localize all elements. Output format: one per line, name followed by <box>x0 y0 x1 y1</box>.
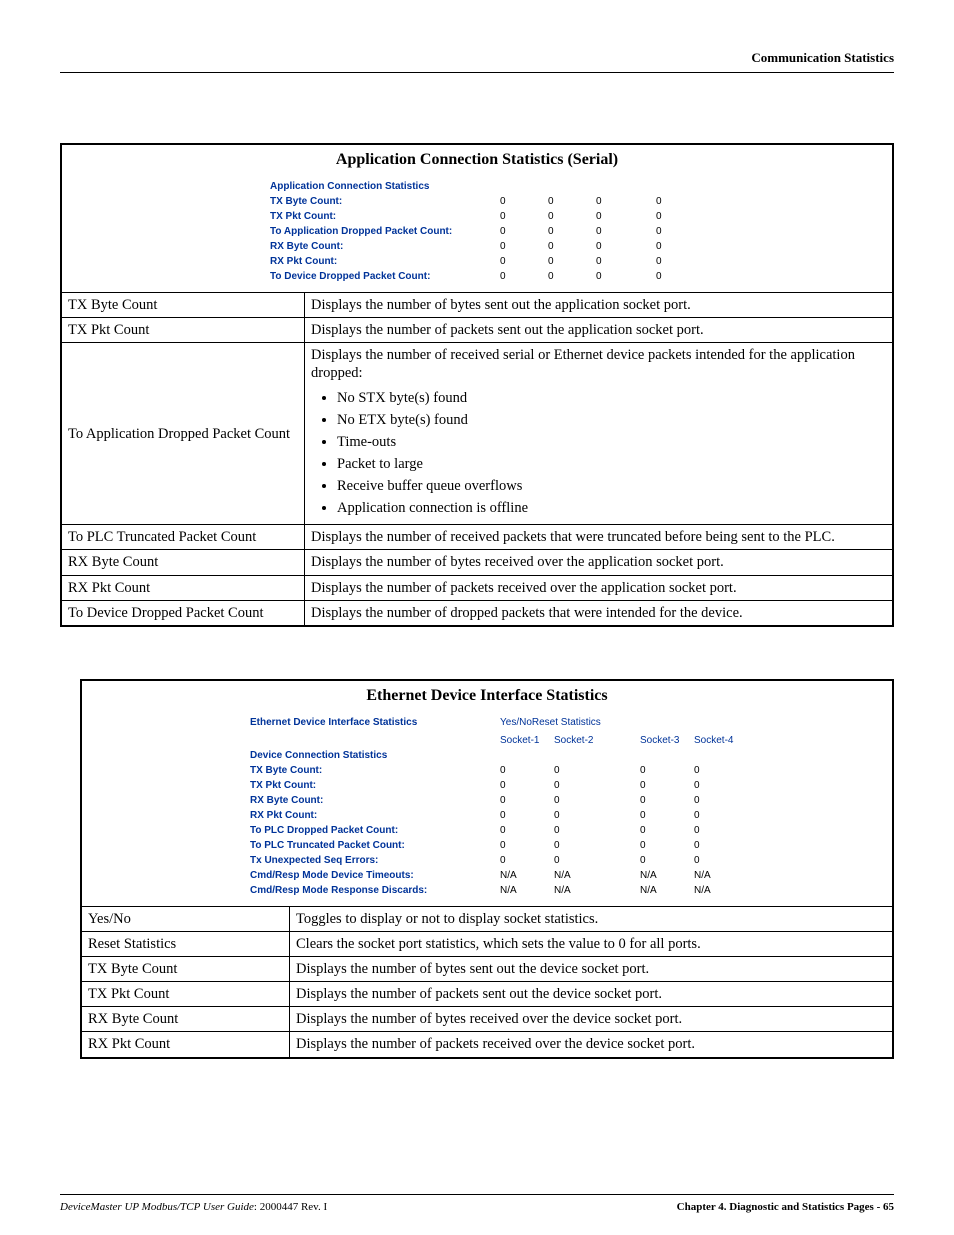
t1-r2-desc: Displays the number of packets sent out … <box>305 318 894 343</box>
t1-r4-desc: Displays the number of received packets … <box>305 525 894 550</box>
t2-r3-desc: Displays the number of bytes sent out th… <box>290 957 894 982</box>
screenshot-eth-dev-stats: Ethernet Device Interface Statistics Yes… <box>250 715 892 898</box>
table1-title: Application Connection Statistics (Seria… <box>61 144 893 173</box>
reset-statistics-button[interactable]: Reset Statistics <box>532 715 601 730</box>
t1-r3-desc: Displays the number of received serial o… <box>305 343 894 525</box>
ss1-r3-l: RX Byte Count: <box>270 239 500 254</box>
footer-title: DeviceMaster UP Modbus/TCP User Guide <box>60 1201 254 1213</box>
t2-r4-desc: Displays the number of packets sent out … <box>290 982 894 1007</box>
list-item: Application connection is offline <box>337 497 886 519</box>
list-item: Packet to large <box>337 453 886 475</box>
list-item: Time-outs <box>337 431 886 453</box>
ss2-header: Ethernet Device Interface Statistics <box>250 715 500 730</box>
t1-r7-desc: Displays the number of dropped packets t… <box>305 600 894 626</box>
ss1-header: Application Connection Statistics <box>270 179 500 194</box>
header-section-label: Communication Statistics <box>60 50 894 66</box>
t1-r2-label: TX Pkt Count <box>61 318 305 343</box>
yes-no-button[interactable]: Yes/No <box>500 715 532 730</box>
t2-r2-label: Reset Statistics <box>81 931 290 956</box>
t1-r5-desc: Displays the number of bytes received ov… <box>305 550 894 575</box>
t1-r4-label: To PLC Truncated Packet Count <box>61 525 305 550</box>
t2-r5-label: RX Byte Count <box>81 1007 290 1032</box>
t2-r3-label: TX Byte Count <box>81 957 290 982</box>
t1-r6-desc: Displays the number of packets received … <box>305 575 894 600</box>
t2-r4-label: TX Pkt Count <box>81 982 290 1007</box>
ss1-r0-l: TX Byte Count: <box>270 194 500 209</box>
ss2-subheader: Device Connection Statistics <box>250 748 500 763</box>
list-item: No ETX byte(s) found <box>337 409 886 431</box>
ss1-r1-l: TX Pkt Count: <box>270 209 500 224</box>
t1-r3-intro: Displays the number of received serial o… <box>311 346 886 382</box>
footer-rev: : 2000447 Rev. I <box>254 1201 327 1213</box>
table-eth-dev-if-stats: Ethernet Device Interface Statistics Eth… <box>80 679 894 1059</box>
page-footer: DeviceMaster UP Modbus/TCP User Guide: 2… <box>60 1194 894 1213</box>
t1-r3-list: No STX byte(s) found No ETX byte(s) foun… <box>311 387 886 520</box>
t2-r2-desc: Clears the socket port statistics, which… <box>290 931 894 956</box>
footer-chapter: Chapter 4. Diagnostic and Statistics Pag… <box>677 1201 894 1213</box>
t1-r1-label: TX Byte Count <box>61 293 305 318</box>
ss1-r2-l: To Application Dropped Packet Count: <box>270 224 500 239</box>
ss1-r4-l: RX Pkt Count: <box>270 254 500 269</box>
screenshot-app-conn-stats: Application Connection Statistics TX Byt… <box>270 179 892 284</box>
t2-r1-desc: Toggles to display or not to display soc… <box>290 906 894 931</box>
t1-r1-desc: Displays the number of bytes sent out th… <box>305 293 894 318</box>
t1-r3-label: To Application Dropped Packet Count <box>61 343 305 525</box>
t1-r6-label: RX Pkt Count <box>61 575 305 600</box>
t1-r5-label: RX Byte Count <box>61 550 305 575</box>
t2-r5-desc: Displays the number of bytes received ov… <box>290 1007 894 1032</box>
list-item: Receive buffer queue overflows <box>337 475 886 497</box>
t1-r7-label: To Device Dropped Packet Count <box>61 600 305 626</box>
table2-title: Ethernet Device Interface Statistics <box>81 680 893 709</box>
ss1-r5-l: To Device Dropped Packet Count: <box>270 269 500 284</box>
list-item: No STX byte(s) found <box>337 387 886 409</box>
table-app-conn-stats: Application Connection Statistics (Seria… <box>60 143 894 627</box>
t2-r6-desc: Displays the number of packets received … <box>290 1032 894 1058</box>
t2-r6-label: RX Pkt Count <box>81 1032 290 1058</box>
t2-r1-label: Yes/No <box>81 906 290 931</box>
